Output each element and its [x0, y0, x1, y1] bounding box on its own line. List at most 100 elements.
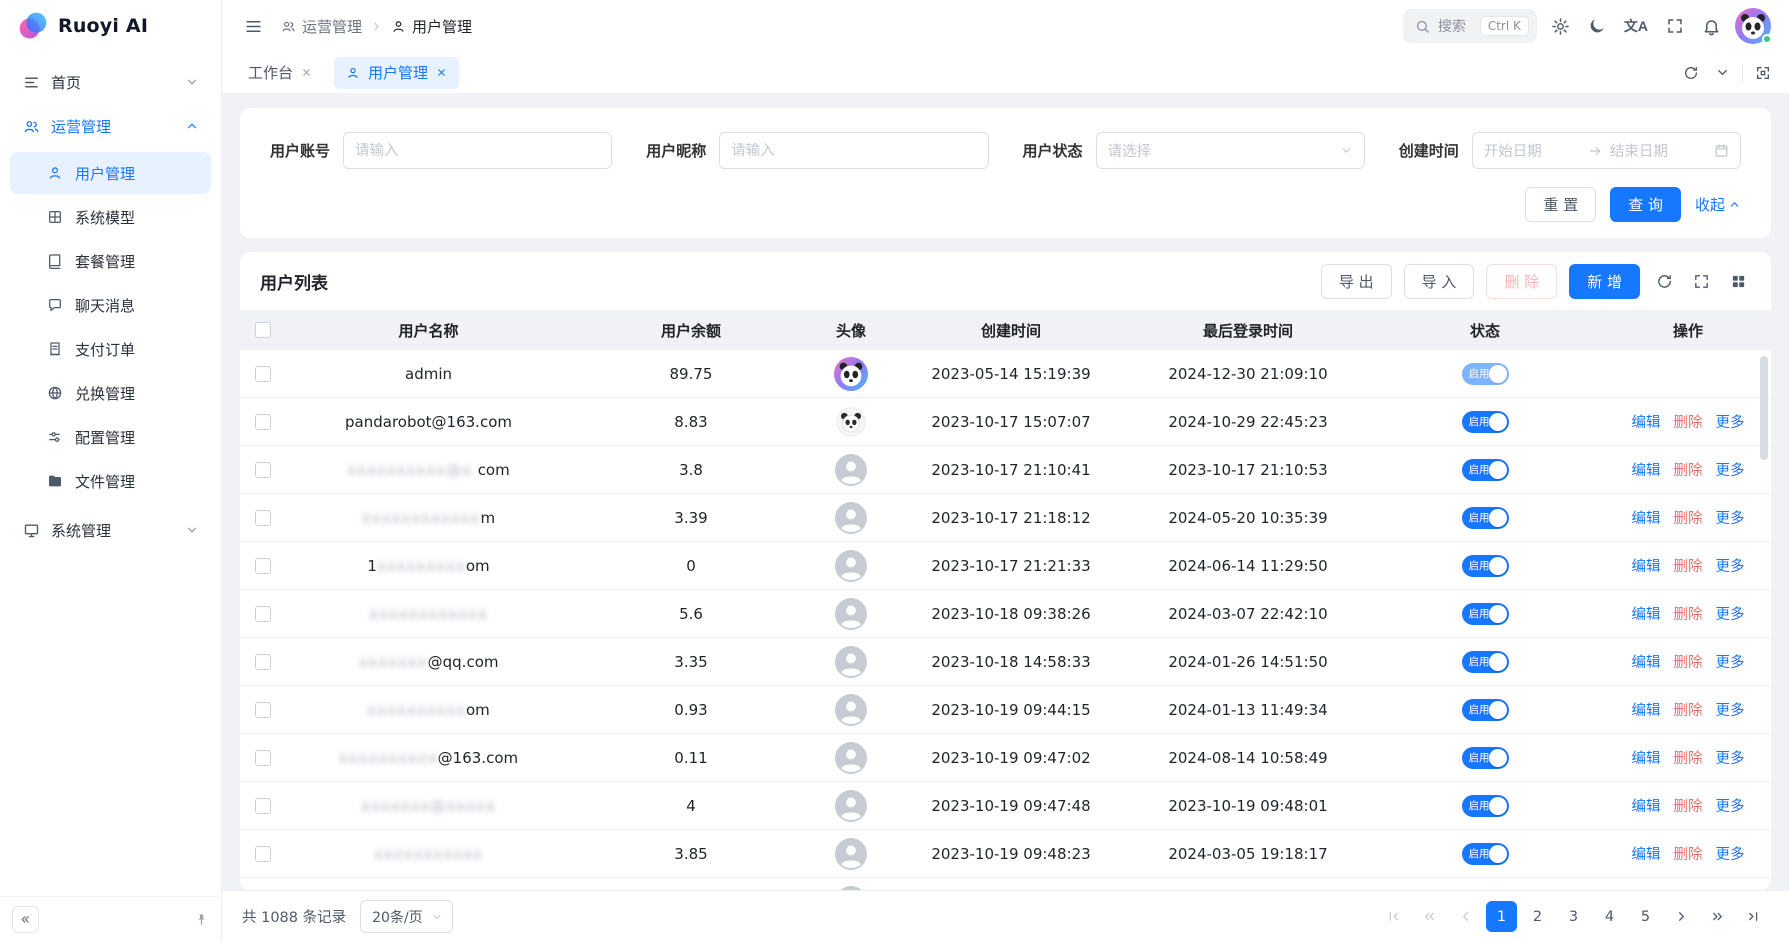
breadcrumb-parent[interactable]: 运营管理	[281, 16, 362, 37]
settings-gear-icon[interactable]	[1547, 13, 1574, 40]
notifications-bell-icon[interactable]	[1698, 13, 1725, 40]
tab-user-management[interactable]: 用户管理	[334, 57, 459, 89]
edit-link[interactable]: 编辑	[1632, 555, 1661, 576]
refresh-icon[interactable]	[1679, 61, 1703, 85]
last-page-button[interactable]	[1738, 901, 1769, 932]
dark-mode-moon-icon[interactable]	[1584, 13, 1610, 39]
chevron-down-icon[interactable]	[1711, 61, 1734, 84]
sidebar-item-exchange-management[interactable]: 兑换管理	[10, 372, 211, 414]
user-avatar[interactable]	[1735, 8, 1771, 44]
tab-workbench[interactable]: 工作台	[236, 57, 324, 89]
more-link[interactable]: 更多	[1716, 411, 1745, 432]
row-checkbox[interactable]	[255, 414, 271, 430]
user-nickname-input[interactable]	[731, 143, 976, 159]
next-page-button[interactable]	[1666, 901, 1697, 932]
sidebar-collapse-button[interactable]	[12, 906, 39, 933]
row-checkbox[interactable]	[255, 798, 271, 814]
next-fast-button[interactable]	[1702, 901, 1733, 932]
status-toggle[interactable]: 启用	[1462, 843, 1509, 865]
page-size-select[interactable]: 20条/页	[360, 900, 453, 933]
status-toggle[interactable]: 启用	[1462, 363, 1509, 385]
page-button-2[interactable]: 2	[1522, 901, 1553, 932]
prev-fast-button[interactable]	[1414, 901, 1445, 932]
delete-link[interactable]: 删除	[1674, 603, 1703, 624]
search-button[interactable]: 查 询	[1610, 187, 1681, 222]
row-checkbox[interactable]	[255, 510, 271, 526]
sidebar-item-home[interactable]: 首页	[10, 60, 211, 104]
table-fullscreen-icon[interactable]	[1689, 269, 1714, 294]
edit-link[interactable]: 编辑	[1632, 795, 1661, 816]
row-checkbox[interactable]	[255, 366, 271, 382]
hamburger-menu-icon[interactable]	[240, 13, 267, 40]
global-search[interactable]: 搜索 Ctrl K	[1403, 9, 1537, 43]
row-checkbox[interactable]	[255, 702, 271, 718]
page-button-1[interactable]: 1	[1486, 901, 1517, 932]
delete-link[interactable]: 删除	[1674, 507, 1703, 528]
breadcrumb-current[interactable]: 用户管理	[391, 16, 472, 37]
select-all-checkbox[interactable]	[255, 322, 271, 338]
sidebar-item-package-management[interactable]: 套餐管理	[10, 240, 211, 282]
row-checkbox[interactable]	[255, 654, 271, 670]
edit-link[interactable]: 编辑	[1632, 699, 1661, 720]
add-button[interactable]: 新 增	[1569, 264, 1640, 299]
prev-page-button[interactable]	[1450, 901, 1481, 932]
more-link[interactable]: 更多	[1716, 651, 1745, 672]
status-toggle[interactable]: 启用	[1462, 507, 1509, 529]
status-toggle[interactable]: 启用	[1462, 747, 1509, 769]
reset-button[interactable]: 重 置	[1525, 187, 1596, 222]
status-toggle[interactable]: 启用	[1462, 459, 1509, 481]
sidebar-item-chat-messages[interactable]: 聊天消息	[10, 284, 211, 326]
delete-link[interactable]: 删除	[1674, 699, 1703, 720]
user-status-select[interactable]: 请选择	[1096, 132, 1365, 169]
delete-link[interactable]: 删除	[1674, 411, 1703, 432]
close-icon[interactable]	[301, 67, 312, 78]
more-link[interactable]: 更多	[1716, 699, 1745, 720]
status-toggle[interactable]: 启用	[1462, 651, 1509, 673]
page-button-4[interactable]: 4	[1594, 901, 1625, 932]
more-link[interactable]: 更多	[1716, 555, 1745, 576]
date-range-picker[interactable]: 开始日期 结束日期	[1472, 132, 1741, 169]
status-toggle[interactable]: 启用	[1462, 699, 1509, 721]
sidebar-item-payment-orders[interactable]: 支付订单	[10, 328, 211, 370]
status-toggle[interactable]: 启用	[1462, 555, 1509, 577]
edit-link[interactable]: 编辑	[1632, 459, 1661, 480]
row-checkbox[interactable]	[255, 462, 271, 478]
delete-link[interactable]: 删除	[1674, 651, 1703, 672]
status-toggle[interactable]: 启用	[1462, 411, 1509, 433]
more-link[interactable]: 更多	[1716, 507, 1745, 528]
pin-icon[interactable]	[194, 912, 209, 927]
more-link[interactable]: 更多	[1716, 843, 1745, 864]
translate-icon[interactable]: 文A	[1620, 12, 1652, 40]
delete-button[interactable]: 删 除	[1486, 264, 1557, 299]
page-button-5[interactable]: 5	[1630, 901, 1661, 932]
sidebar-item-user-management[interactable]: 用户管理	[10, 152, 211, 194]
column-settings-grid-icon[interactable]	[1726, 269, 1751, 294]
collapse-filter-button[interactable]: 收起	[1695, 194, 1741, 215]
edit-link[interactable]: 编辑	[1632, 747, 1661, 768]
sidebar-item-system-models[interactable]: 系统模型	[10, 196, 211, 238]
export-button[interactable]: 导 出	[1321, 264, 1392, 299]
more-link[interactable]: 更多	[1716, 459, 1745, 480]
status-toggle[interactable]: 启用	[1462, 795, 1509, 817]
more-link[interactable]: 更多	[1716, 603, 1745, 624]
refresh-table-icon[interactable]	[1652, 269, 1677, 294]
vertical-scrollbar[interactable]	[1760, 356, 1768, 460]
edit-link[interactable]: 编辑	[1632, 843, 1661, 864]
content-fullscreen-icon[interactable]	[1751, 61, 1775, 85]
row-checkbox[interactable]	[255, 606, 271, 622]
delete-link[interactable]: 删除	[1674, 843, 1703, 864]
delete-link[interactable]: 删除	[1674, 795, 1703, 816]
fullscreen-icon[interactable]	[1662, 13, 1688, 39]
import-button[interactable]: 导 入	[1404, 264, 1475, 299]
more-link[interactable]: 更多	[1716, 795, 1745, 816]
delete-link[interactable]: 删除	[1674, 555, 1703, 576]
delete-link[interactable]: 删除	[1674, 747, 1703, 768]
sidebar-item-file-management[interactable]: 文件管理	[10, 460, 211, 502]
user-account-input[interactable]	[355, 143, 600, 159]
close-icon[interactable]	[436, 67, 447, 78]
row-checkbox[interactable]	[255, 846, 271, 862]
status-toggle[interactable]: 启用	[1462, 603, 1509, 625]
page-button-3[interactable]: 3	[1558, 901, 1589, 932]
edit-link[interactable]: 编辑	[1632, 603, 1661, 624]
delete-link[interactable]: 删除	[1674, 459, 1703, 480]
